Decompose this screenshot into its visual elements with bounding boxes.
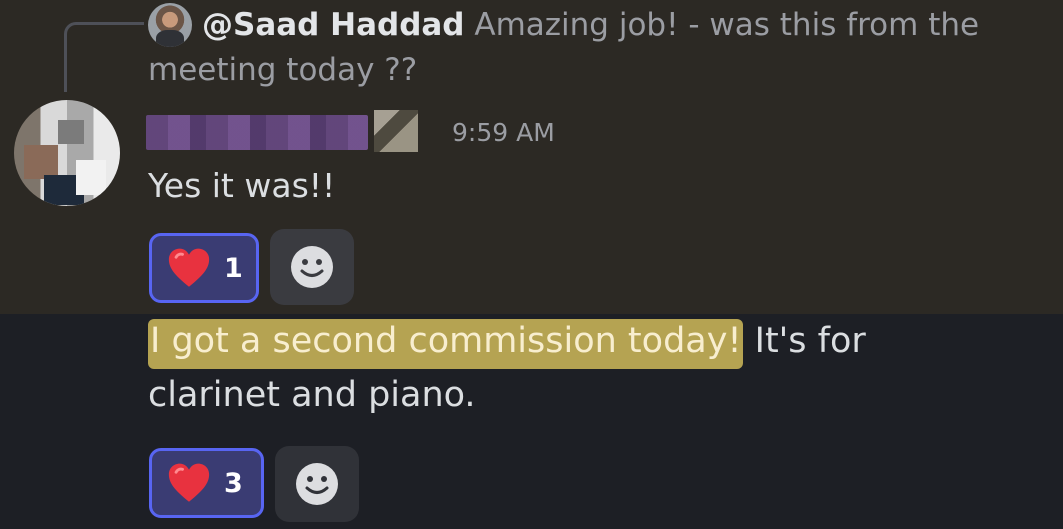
reaction-heart-button[interactable]: 3 bbox=[149, 448, 264, 518]
heart-icon bbox=[168, 248, 210, 287]
add-reaction-button[interactable] bbox=[275, 446, 359, 522]
reply-connector-line bbox=[64, 22, 144, 92]
author-name-redacted[interactable] bbox=[146, 115, 368, 150]
author-badge-icon bbox=[374, 110, 418, 152]
heart-icon bbox=[168, 463, 210, 502]
search-highlight: I got a second commission today! bbox=[148, 319, 744, 369]
reaction-count: 3 bbox=[224, 467, 243, 499]
smiley-icon bbox=[296, 463, 338, 505]
message-text: Yes it was!! bbox=[148, 166, 336, 205]
reaction-heart-button[interactable]: 1 bbox=[149, 233, 259, 303]
message-timestamp: 9:59 AM bbox=[452, 118, 555, 147]
author-avatar[interactable] bbox=[14, 100, 120, 206]
message-text: I got a second commission today! It's fo… bbox=[148, 314, 1008, 422]
reply-preview[interactable]: @Saad Haddad Amazing job! - was this fro… bbox=[148, 3, 1008, 93]
smiley-icon bbox=[291, 246, 333, 288]
reaction-count: 1 bbox=[224, 252, 243, 284]
add-reaction-button[interactable] bbox=[270, 229, 354, 305]
reply-mention[interactable]: @Saad Haddad bbox=[202, 7, 465, 43]
